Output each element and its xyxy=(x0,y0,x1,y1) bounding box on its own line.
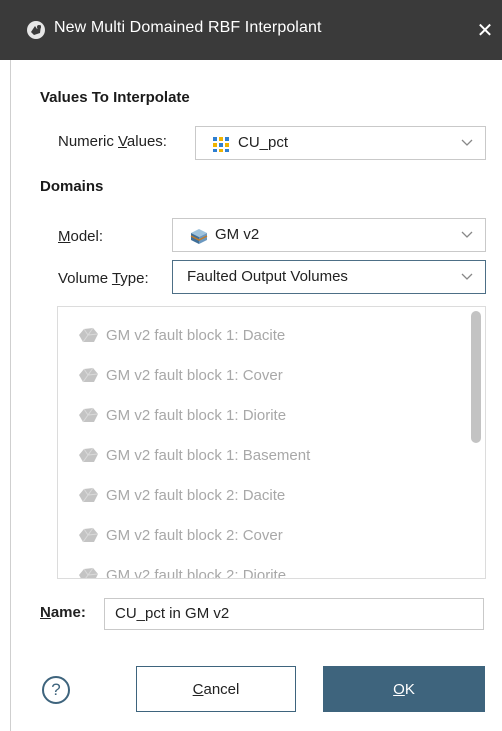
model-label-part: odel: xyxy=(70,228,104,245)
close-icon: ✕ xyxy=(476,19,494,42)
numeric-label-part: Numeric xyxy=(58,133,119,150)
list-item-label: GM v2 fault block 2: Diorite xyxy=(106,566,287,579)
model-dropdown[interactable]: GM v2 xyxy=(172,218,486,252)
list-item-label: GM v2 fault block 2: Dacite xyxy=(106,486,286,504)
scrollbar-thumb[interactable] xyxy=(471,311,481,443)
model-label: Model: xyxy=(58,228,103,245)
chevron-down-icon xyxy=(461,231,473,238)
volume-icon xyxy=(79,527,99,543)
list-item[interactable]: GM v2 fault block 1: Cover xyxy=(76,355,456,395)
volume-icon xyxy=(79,487,99,503)
chevron-down-icon xyxy=(461,139,473,146)
list-item[interactable]: GM v2 fault block 1: Basement xyxy=(76,435,456,475)
list-item[interactable]: GM v2 fault block 2: Diorite xyxy=(76,555,456,579)
ok-button[interactable]: OK xyxy=(323,666,485,712)
list-item-label: GM v2 fault block 1: Basement xyxy=(106,446,311,464)
volume-icon xyxy=(79,447,99,463)
help-button[interactable]: ? xyxy=(42,676,70,704)
ok-mnemonic: O xyxy=(393,680,405,698)
cancel-label-part: ancel xyxy=(203,680,240,698)
numeric-label-part: alues: xyxy=(126,133,167,150)
volume-icon xyxy=(79,327,99,343)
list-item-label: GM v2 fault block 2: Cover xyxy=(106,526,283,544)
volume-icon xyxy=(79,407,99,423)
model-value: GM v2 xyxy=(215,226,260,243)
numeric-values-dropdown[interactable]: CU_pct xyxy=(195,126,486,160)
list-item[interactable]: GM v2 fault block 2: Dacite xyxy=(76,475,456,515)
window-title: New Multi Domained RBF Interpolant xyxy=(54,19,322,36)
name-label-part: ame: xyxy=(50,604,86,621)
chevron-down-icon xyxy=(461,273,473,280)
name-label-mnemonic: N xyxy=(40,604,51,621)
volume-type-label: Volume Type: xyxy=(58,270,149,287)
volume-label-part: Volume xyxy=(58,270,112,287)
dialog-left-edge xyxy=(10,60,11,731)
list-item[interactable]: GM v2 fault block 1: Dacite xyxy=(76,315,456,355)
help-icon: ? xyxy=(51,680,61,699)
list-item-label: GM v2 fault block 1: Cover xyxy=(106,366,283,384)
listbox-scrollbar[interactable] xyxy=(469,311,481,576)
volume-label-part: ype: xyxy=(120,270,149,287)
model-label-mnemonic: M xyxy=(58,228,71,245)
numeric-values-value: CU_pct xyxy=(238,134,289,151)
title-bar: New Multi Domained RBF Interpolant ✕ xyxy=(0,0,502,60)
name-label: Name: xyxy=(40,604,86,621)
domains-section-heading: Domains xyxy=(40,178,104,195)
numeric-label-mnemonic: V xyxy=(118,133,127,150)
numeric-values-icon xyxy=(213,137,229,152)
cancel-button[interactable]: Cancel xyxy=(136,666,296,712)
list-item[interactable]: GM v2 fault block 1: Diorite xyxy=(76,395,456,435)
ok-label-part: K xyxy=(404,680,415,698)
domains-listbox[interactable]: GM v2 fault block 1: Dacite GM v2 fault b… xyxy=(57,306,486,579)
close-button[interactable]: ✕ xyxy=(468,14,502,46)
name-input[interactable]: CU_pct in GM v2 xyxy=(104,598,484,630)
volume-type-dropdown[interactable]: Faulted Output Volumes xyxy=(172,260,486,294)
volume-icon xyxy=(79,367,99,383)
numeric-values-label: Numeric Values: xyxy=(58,133,167,150)
cancel-mnemonic: C xyxy=(192,680,204,698)
list-item-label: GM v2 fault block 1: Diorite xyxy=(106,406,287,424)
volume-icon xyxy=(79,567,99,578)
app-icon xyxy=(27,21,45,39)
values-section-heading: Values To Interpolate xyxy=(40,89,190,106)
volume-type-value: Faulted Output Volumes xyxy=(187,268,348,285)
list-item-label: GM v2 fault block 1: Dacite xyxy=(106,326,286,344)
geomodel-icon xyxy=(190,229,208,244)
list-item[interactable]: GM v2 fault block 2: Cover xyxy=(76,515,456,555)
